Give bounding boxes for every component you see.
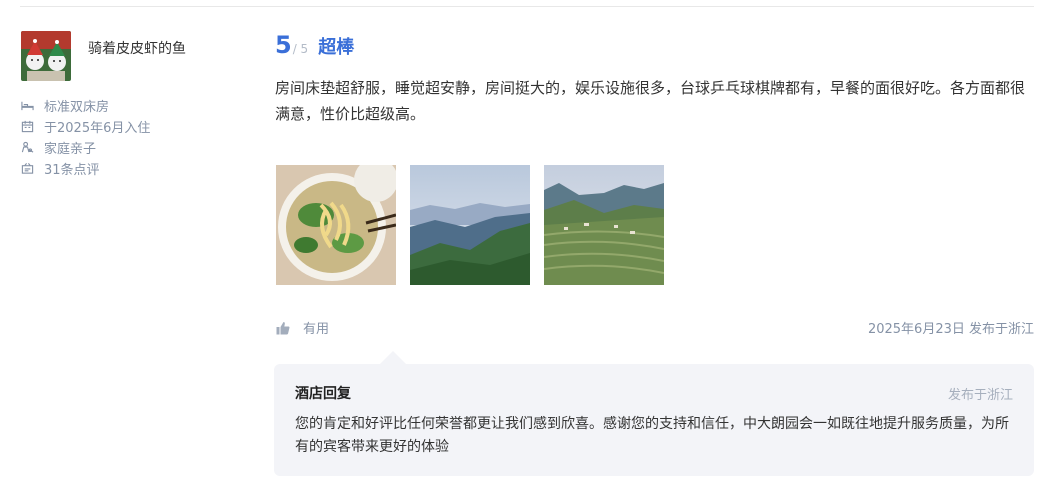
hotel-reply: 酒店回复 发布于浙江 您的肯定和好评比任何荣誉都更让我们感到欣喜。感谢您的支持和… (274, 351, 1034, 476)
reply-location: 发布于浙江 (947, 388, 1013, 403)
reviewer-name[interactable]: 骑着皮皮虾的鱼 (88, 38, 186, 58)
rating: 5 / 5 超棒 (275, 31, 354, 59)
trip-type: 家庭亲子 (21, 137, 150, 158)
trip-type-label: 家庭亲子 (44, 142, 97, 157)
rating-max: / 5 (292, 42, 309, 56)
reply-title: 酒店回复 (295, 386, 351, 402)
post-date: 2025年6月23日 发布于浙江 (867, 322, 1034, 337)
noodle-photo[interactable] (276, 165, 396, 285)
rating-score: 5 (275, 31, 292, 59)
room-type-label: 标准双床房 (44, 100, 110, 115)
reply-caret (380, 351, 406, 364)
rating-label: 超棒 (318, 37, 355, 58)
useful-button[interactable]: 有用 (276, 318, 329, 337)
room-type: 标准双床房 (21, 95, 150, 116)
useful-label: 有用 (303, 322, 330, 337)
review-count-icon (21, 163, 34, 174)
reply-text: 您的肯定和好评比任何荣誉都更让我们感到欣喜。感谢您的支持和信任，中大朗园会一如既… (295, 416, 1009, 455)
review-photos (276, 165, 664, 285)
check-in-date: 于2025年6月入住 (21, 116, 150, 137)
bed-icon (21, 101, 34, 111)
calendar-icon (21, 120, 34, 133)
mountain-photo[interactable] (410, 165, 530, 285)
avatar[interactable] (21, 31, 71, 81)
thumbs-up-icon (276, 321, 290, 334)
review-text: 房间床垫超舒服，睡觉超安静，房间挺大的，娱乐设施很多，台球乒乓球棋牌都有，早餐的… (275, 79, 1026, 123)
review-count-label: 31条点评 (44, 163, 100, 178)
family-icon (21, 141, 34, 153)
top-divider (20, 6, 1034, 7)
stay-details: 标准双床房 于2025年6月入住 家庭亲子 31条点评 (21, 95, 150, 179)
check-in-label: 于2025年6月入住 (44, 121, 151, 136)
terrace-photo[interactable] (544, 165, 664, 285)
review-count: 31条点评 (21, 158, 150, 179)
